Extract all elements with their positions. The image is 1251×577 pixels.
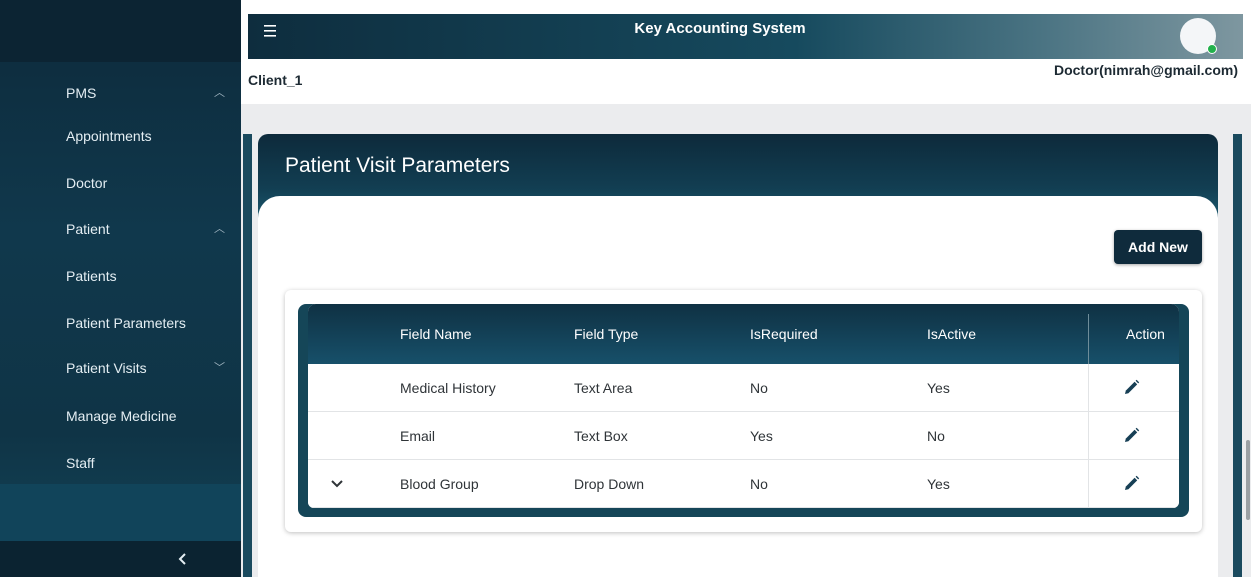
- chevron-up-icon[interactable]: ︿: [214, 224, 225, 235]
- column-divider: [1088, 314, 1089, 364]
- cell-field-name: Blood Group: [400, 476, 479, 492]
- edit-pencil-icon[interactable]: [1123, 378, 1141, 396]
- cell-is-required: No: [750, 476, 768, 492]
- content-left-border: [243, 134, 252, 577]
- sidebar-item-patient[interactable]: Patient: [66, 219, 110, 239]
- sidebar-item-patient-visits[interactable]: Patient Visits: [66, 358, 147, 378]
- user-info[interactable]: Doctor(nimrah@gmail.com): [1020, 62, 1238, 82]
- sidebar-collapse-bar[interactable]: [0, 541, 241, 577]
- sidebar-footer-band: [0, 484, 241, 541]
- sidebar-item-manage-medicine[interactable]: Manage Medicine: [66, 406, 177, 426]
- edit-pencil-icon[interactable]: [1123, 426, 1141, 444]
- column-header-field-name[interactable]: Field Name: [400, 304, 472, 364]
- app-title: Key Accounting System: [634, 20, 806, 37]
- add-new-button[interactable]: Add New: [1114, 230, 1202, 264]
- column-divider: [1088, 460, 1089, 508]
- page-title: Patient Visit Parameters: [285, 154, 510, 177]
- chevron-up-icon[interactable]: ︿: [214, 88, 225, 99]
- column-header-field-type[interactable]: Field Type: [574, 304, 638, 364]
- page-scrollbar[interactable]: [1246, 440, 1250, 520]
- table-header: Field Name Field Type IsRequired IsActiv…: [308, 304, 1179, 364]
- column-header-is-required[interactable]: IsRequired: [750, 304, 818, 364]
- sidebar-item-doctor[interactable]: Doctor: [66, 173, 107, 193]
- cell-is-active: Yes: [927, 380, 950, 396]
- data-table: Field Name Field Type IsRequired IsActiv…: [308, 304, 1179, 508]
- watermark-decoration: [960, 0, 1200, 14]
- sidebar-item-patient-parameters[interactable]: Patient Parameters: [66, 313, 186, 333]
- cell-field-type: Drop Down: [574, 476, 645, 492]
- cell-is-required: No: [750, 380, 768, 396]
- online-status-dot: [1207, 44, 1217, 54]
- client-name: Client_1: [248, 72, 303, 88]
- sidebar-logo-area: [0, 0, 241, 62]
- cell-field-type: Text Area: [574, 380, 633, 396]
- sidebar-item-patients[interactable]: Patients: [66, 266, 117, 286]
- cell-field-name: Medical History: [400, 380, 496, 396]
- table-row: Blood Group Drop Down No Yes: [308, 460, 1179, 508]
- column-divider: [1088, 412, 1089, 460]
- menu-icon[interactable]: [264, 25, 278, 37]
- cell-field-type: Text Box: [574, 428, 628, 444]
- cell-is-required: Yes: [750, 428, 773, 444]
- column-header-is-active[interactable]: IsActive: [927, 304, 976, 364]
- sidebar-item-appointments[interactable]: Appointments: [66, 126, 152, 146]
- chevron-down-icon[interactable]: ﹀: [214, 363, 225, 374]
- column-header-action: Action: [1126, 326, 1165, 342]
- cell-is-active: Yes: [927, 476, 950, 492]
- cell-field-name: Email: [400, 428, 436, 444]
- sidebar-item-pms[interactable]: PMS: [66, 83, 96, 103]
- edit-pencil-icon[interactable]: [1123, 474, 1141, 492]
- content-right-border: [1233, 134, 1242, 577]
- column-divider: [1088, 364, 1089, 412]
- sidebar-item-staff[interactable]: Staff: [66, 453, 95, 473]
- cell-is-active: No: [927, 428, 945, 444]
- table-row: Email Text Box Yes No: [308, 412, 1179, 460]
- expand-row-icon[interactable]: [330, 476, 344, 490]
- app-root: PMS ︿ Appointments Doctor Patient ︿ Pati…: [0, 0, 1251, 577]
- chevron-left-icon[interactable]: [177, 552, 189, 566]
- table-row: Medical History Text Area No Yes: [308, 364, 1179, 412]
